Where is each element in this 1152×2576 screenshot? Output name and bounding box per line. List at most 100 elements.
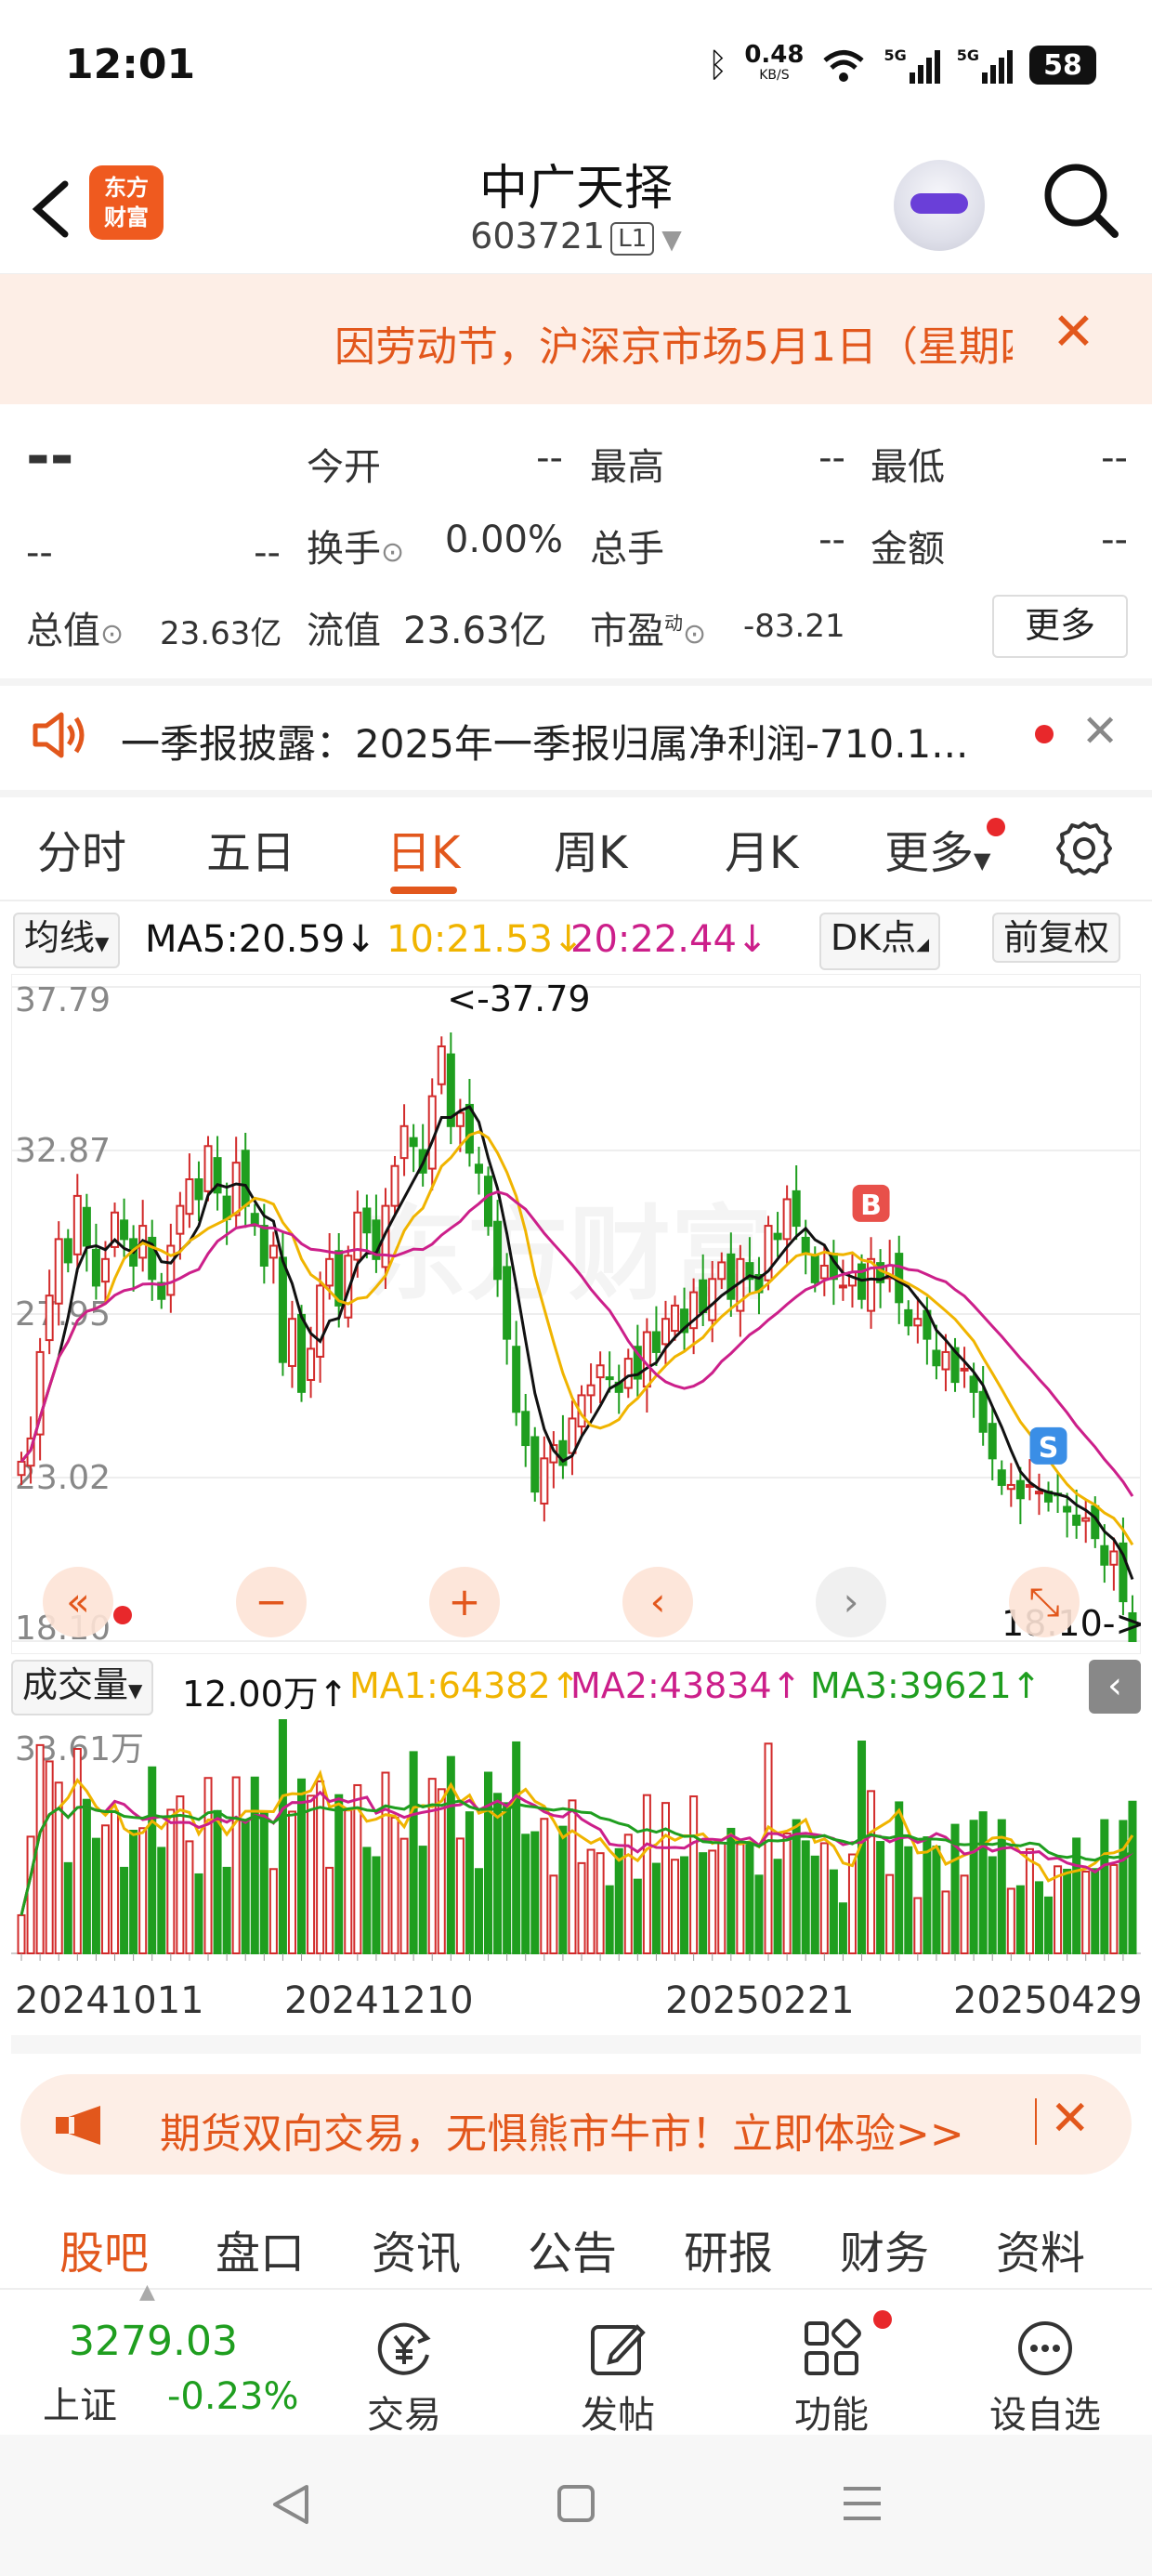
candle-body [287, 1318, 296, 1367]
close-icon[interactable]: ✕ [1081, 705, 1119, 757]
candle-body [699, 1279, 708, 1314]
candle-body [54, 1238, 63, 1305]
volume-bar [530, 1831, 540, 1954]
volume-bar [203, 1777, 213, 1954]
period-tabs: 分时 五日 日K 周K 月K 更多▼ [0, 799, 1152, 894]
active-tab-indicator [390, 887, 457, 894]
futures-ad-banner[interactable]: 期货双向交易，无惧熊市牛市！立即体验>> ✕ [20, 2074, 1132, 2175]
robot-assistant-icon[interactable] [894, 160, 985, 251]
candle-body [819, 1264, 829, 1280]
network-speed: 0.48 KB/S [744, 41, 805, 83]
volume-bar [1081, 1870, 1091, 1955]
volume-bar [941, 1890, 950, 1954]
zoom-out-icon[interactable]: − [255, 1579, 287, 1624]
adjust-button[interactable]: 前复权 [992, 913, 1121, 963]
tab-more[interactable]: 更多▼ [884, 816, 990, 881]
announcement-bar[interactable]: 一季报披露：2025年一季报归属净利润-710.1... ✕ [0, 683, 1152, 785]
volume-bar [782, 1832, 792, 1955]
nav-back-icon[interactable] [269, 2481, 312, 2528]
pan-right-icon[interactable]: › [844, 1579, 859, 1624]
tab-guba[interactable]: 股吧 [59, 2216, 149, 2281]
index-value[interactable]: 3279.03 [69, 2318, 238, 2365]
volume-bar [913, 1897, 923, 1955]
volume-bar [231, 1776, 241, 1955]
tab-research[interactable]: 研报 [684, 2216, 773, 2281]
volume-bar [623, 1833, 633, 1954]
candle-body [63, 1238, 72, 1264]
tab-daily-k[interactable]: 日K [386, 816, 460, 881]
candle-body [1072, 1514, 1081, 1526]
candle-body [203, 1145, 213, 1192]
close-icon[interactable]: ✕ [1052, 302, 1095, 362]
volume-bar [568, 1799, 577, 1954]
holiday-notice[interactable]: 因劳动节，沪深京市场5月1日（星期四）至5月5日休市 ✕ [0, 274, 1152, 404]
signal-2-icon: 5G [957, 46, 1013, 84]
volume-bar [549, 1874, 558, 1955]
info-icon[interactable]: ⊙ [381, 536, 404, 569]
low-value: -- [1101, 437, 1128, 480]
nav-menu-icon[interactable] [840, 2483, 884, 2524]
volume-bar [1054, 1865, 1063, 1955]
stock-header: 东方 财富 中广天择 603721 L1 ▼ [0, 139, 1152, 274]
ma20-value: 20:22.44↓ [570, 918, 768, 961]
candle-body [1081, 1517, 1091, 1522]
candle-body [530, 1436, 540, 1493]
search-icon[interactable] [1039, 158, 1122, 242]
candle-body [623, 1358, 633, 1389]
notice-text: 因劳动节，沪深京市场5月1日（星期四）至5月5日休市 [334, 323, 1013, 371]
volume-bar [129, 1829, 138, 1954]
trade-button[interactable]: 交易 [334, 2290, 474, 2438]
grid-apps-icon [805, 2319, 861, 2375]
volume-bar [885, 1873, 895, 1954]
tab-monthly-k[interactable]: 月K [725, 816, 798, 881]
tab-announcements[interactable]: 公告 [528, 2216, 617, 2281]
candle-body [1015, 1479, 1025, 1500]
volume-bar [689, 1795, 699, 1954]
volume-bar [810, 1855, 819, 1954]
add-watchlist-button[interactable]: 设自选 [975, 2290, 1115, 2438]
info-icon[interactable]: ⊙ [683, 618, 706, 651]
tab-news[interactable]: 资讯 [372, 2216, 461, 2281]
tab-profile[interactable]: 资料 [996, 2216, 1085, 2281]
post-button[interactable]: 发帖 [548, 2290, 687, 2438]
indicator-select-dropdown[interactable]: 成交量▼ [11, 1660, 154, 1715]
candle-body [353, 1211, 362, 1261]
volume-bar [745, 1841, 754, 1954]
volume-bar [138, 1827, 148, 1954]
chevron-down-icon: ▼ [974, 848, 991, 874]
close-icon[interactable]: ✕ [1050, 2091, 1091, 2147]
fullscreen-icon[interactable]: ⤡ [1028, 1579, 1060, 1624]
pan-left-fast-icon[interactable]: « [66, 1579, 90, 1624]
tab-pankou[interactable]: 盘口 [216, 2216, 305, 2281]
ma-select-dropdown[interactable]: 均线▼ [13, 913, 121, 968]
tab-weekly-k[interactable]: 周K [554, 816, 627, 881]
volume-bar [465, 1811, 474, 1955]
zoom-in-icon[interactable]: + [448, 1579, 480, 1624]
volume-bar [484, 1771, 493, 1954]
volume-bar [409, 1751, 418, 1955]
candle-body [362, 1207, 372, 1234]
pan-left-icon[interactable]: ‹ [650, 1579, 666, 1624]
kline-chart[interactable]: 37.7932.8727.9523.0218.10东方财富<-37.7918.1… [11, 974, 1141, 1654]
tab-minute[interactable]: 分时 [37, 816, 126, 881]
volume-bar [829, 1869, 838, 1954]
volume-bar [325, 1866, 334, 1954]
sell-marker: S [1039, 1432, 1059, 1465]
volume-bar [381, 1771, 390, 1954]
tab-finance[interactable]: 财务 [840, 2216, 929, 2281]
volume-bar [194, 1873, 203, 1954]
tab-five-day[interactable]: 五日 [206, 816, 295, 881]
volume-current: 12.00万↑ [182, 1674, 348, 1715]
pe-value: -83.21 [743, 608, 845, 645]
nav-home-icon[interactable] [556, 2483, 596, 2524]
amount-value: -- [1101, 519, 1128, 561]
float-label: 流值 [307, 610, 381, 652]
collapse-panel-icon[interactable]: ‹ [1089, 1660, 1141, 1714]
volume-bar [773, 1859, 782, 1954]
dk-point-button[interactable]: DK点◢ [819, 913, 941, 970]
watch-label: 设自选 [989, 2394, 1101, 2437]
info-icon[interactable]: ⊙ [100, 618, 124, 651]
more-button[interactable]: 更多 [992, 595, 1128, 658]
settings-gear-icon[interactable] [1054, 818, 1115, 879]
volume-bar [503, 1802, 512, 1954]
